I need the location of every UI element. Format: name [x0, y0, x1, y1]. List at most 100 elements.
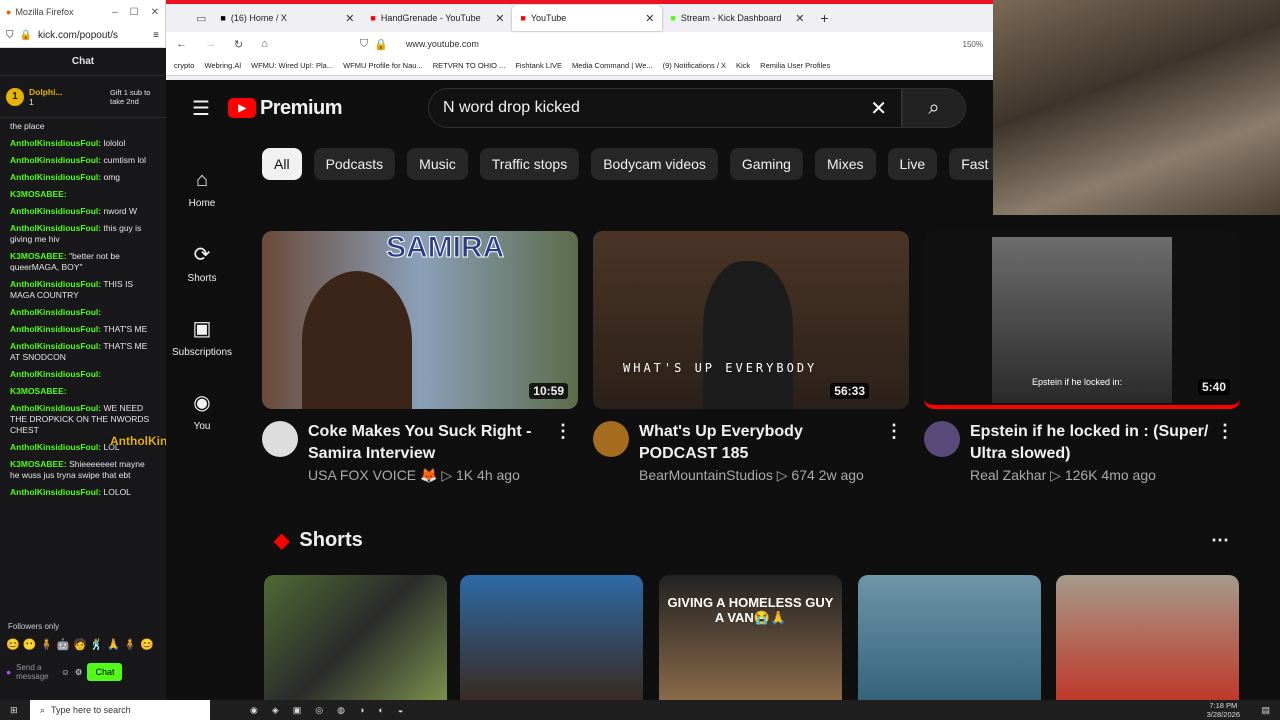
chat-username[interactable]: AntholKinsidiousFoul:: [10, 206, 101, 216]
short-thumbnail[interactable]: [1056, 575, 1239, 700]
browser-tab[interactable]: ■ Stream - Kick Dashboard ✕: [662, 5, 812, 31]
guide-item-shorts[interactable]: ⟳ Shorts: [166, 226, 238, 300]
browser-tab[interactable]: ■ HandGrenade - YouTube ✕: [362, 5, 512, 31]
chat-username[interactable]: AntholKinsidiousFoul:: [10, 155, 101, 165]
gear-icon[interactable]: ⚙: [75, 667, 83, 678]
chat-username[interactable]: AntholKinsidiousFoul:: [10, 403, 101, 413]
short-thumbnail[interactable]: [858, 575, 1041, 700]
back-icon[interactable]: ←: [176, 38, 187, 50]
windows-start-icon[interactable]: ⊞: [10, 705, 18, 716]
notifications-icon[interactable]: ▤: [1261, 705, 1270, 716]
channel-name[interactable]: USA FOX VOICE 🦊: [308, 467, 437, 483]
chat-username[interactable]: K3MOSABEE:: [10, 459, 67, 469]
send-message-input[interactable]: Send a message: [16, 663, 56, 681]
chat-username[interactable]: AntholKinsidiousFoul:: [10, 341, 101, 351]
video-thumbnail[interactable]: SAMIRA 10:59: [262, 231, 578, 409]
close-tab-icon[interactable]: ✕: [495, 12, 504, 25]
bookmark-item[interactable]: crypto: [174, 61, 194, 70]
hamburger-icon[interactable]: ☰: [192, 96, 210, 121]
channel-name[interactable]: BearMountainStudios: [639, 467, 773, 483]
chat-username[interactable]: K3MOSABEE:: [10, 251, 67, 261]
video-title[interactable]: Coke Makes You Suck Right - Samira Inter…: [308, 421, 548, 465]
short-thumbnail[interactable]: GIVING A HOMELESS GUY A VAN😭🙏: [659, 575, 842, 700]
search-input[interactable]: N word drop kicked ✕: [428, 88, 902, 128]
bookmark-item[interactable]: RETVRN TO OHIO ...: [433, 61, 506, 70]
chat-message: AntholKinsidiousFoul: this guy is giving…: [0, 220, 166, 248]
chat-username[interactable]: AntholKinsidiousFoul:: [10, 172, 101, 182]
bookmark-item[interactable]: WFMU: Wired Up!: Pla...: [251, 61, 333, 70]
mic-icon[interactable]: ●: [6, 667, 11, 677]
bookmark-item[interactable]: Remilia User Profiles: [760, 61, 830, 70]
bookmark-item[interactable]: Fishtank LIVE: [515, 61, 562, 70]
close-icon[interactable]: ✕: [151, 7, 159, 18]
filter-chip[interactable]: Music: [407, 148, 468, 180]
taskbar-search[interactable]: ⌕ Type here to search: [30, 700, 210, 720]
short-thumbnail[interactable]: [460, 575, 643, 700]
video-card[interactable]: WHAT'S UP EVERYBODY 56:33 What's Up Ever…: [593, 231, 909, 484]
home-icon[interactable]: ⌂: [261, 38, 268, 50]
chat-username[interactable]: AntholKinsidiousFoul:: [10, 223, 101, 233]
channel-name[interactable]: Real Zakhar: [970, 467, 1046, 483]
filter-chip[interactable]: Podcasts: [313, 148, 396, 180]
emote-picker-icon[interactable]: ☺: [61, 667, 70, 677]
bookmark-item[interactable]: (9) Notifications / X: [663, 61, 726, 70]
browser-tab[interactable]: ■ (16) Home / X ✕: [212, 5, 362, 31]
filter-chip[interactable]: Gaming: [729, 148, 803, 180]
chat-username[interactable]: AntholKinsidiousFoul:: [10, 442, 101, 452]
more-options-icon[interactable]: ⋮: [554, 421, 572, 442]
close-tab-icon[interactable]: ✕: [345, 12, 354, 25]
video-card[interactable]: Epstein if he locked in: 5:40 Epstein if…: [924, 231, 1240, 484]
zoom-level[interactable]: 150%: [963, 40, 983, 49]
popout-urlbar[interactable]: ⛉ 🔒 kick.com/popout/s ≡: [0, 24, 165, 48]
video-thumbnail[interactable]: Epstein if he locked in: 5:40: [924, 231, 1240, 409]
forward-icon[interactable]: →: [205, 38, 216, 50]
video-title[interactable]: Epstein if he locked in : (Super/ Ultra …: [970, 421, 1210, 465]
maximize-icon[interactable]: ☐: [130, 7, 139, 18]
address-bar[interactable]: www.youtube.com: [406, 39, 479, 49]
youtube-logo[interactable]: ▶ Premium: [227, 97, 343, 120]
guide-item-home[interactable]: ⌂ Home: [166, 152, 238, 226]
chat-username[interactable]: AntholKinsidiousFoul:: [10, 138, 101, 148]
more-options-icon[interactable]: ⋮: [885, 421, 903, 442]
shorts-more-icon[interactable]: ⋯: [1211, 530, 1229, 551]
filter-chip[interactable]: Mixes: [814, 148, 876, 180]
browser-tab[interactable]: ■ YouTube ✕: [512, 5, 663, 31]
minimize-icon[interactable]: –: [112, 7, 118, 18]
bookmark-item[interactable]: WFMU Profile for Nau...: [343, 61, 423, 70]
short-thumbnail[interactable]: [264, 575, 447, 700]
guide-item-you[interactable]: ◉ You: [166, 374, 238, 448]
reload-icon[interactable]: ↻: [234, 38, 243, 51]
filter-chip[interactable]: Live: [887, 148, 938, 180]
pinned-apps[interactable]: ◉◈▣◎◍◑◐◒: [250, 705, 417, 716]
chat-username[interactable]: AntholKinsidiousFoul:: [10, 279, 101, 289]
channel-avatar[interactable]: [593, 421, 629, 457]
more-options-icon[interactable]: ⋮: [1216, 421, 1234, 442]
filter-chip[interactable]: Bodycam videos: [591, 148, 718, 180]
tab-overview-icon[interactable]: ▭: [196, 12, 206, 25]
clear-search-icon[interactable]: ✕: [870, 96, 887, 121]
gift-sub-prompt[interactable]: Gift 1 sub to take 2nd: [110, 88, 160, 106]
bookmark-item[interactable]: Webring.Al: [204, 61, 241, 70]
guide-item-subscriptions[interactable]: ▣ Subscriptions: [166, 300, 238, 374]
bookmark-item[interactable]: Kick: [736, 61, 750, 70]
video-thumbnail[interactable]: WHAT'S UP EVERYBODY 56:33: [593, 231, 909, 409]
channel-avatar[interactable]: [924, 421, 960, 457]
close-tab-icon[interactable]: ✕: [795, 12, 804, 25]
filter-chip[interactable]: All: [262, 148, 302, 180]
channel-avatar[interactable]: [262, 421, 298, 457]
close-tab-icon[interactable]: ✕: [645, 12, 654, 25]
filter-chip[interactable]: Traffic stops: [479, 148, 580, 180]
chat-send-button[interactable]: Chat: [87, 663, 123, 681]
chat-username[interactable]: AntholKinsidiousFoul:: [10, 307, 101, 317]
bookmark-item[interactable]: Media Command | We...: [572, 61, 653, 70]
chat-username[interactable]: K3MOSABEE:: [10, 189, 67, 199]
chat-username[interactable]: K3MOSABEE:: [10, 386, 67, 396]
new-tab-icon[interactable]: +: [820, 10, 828, 26]
chat-username[interactable]: AntholKinsidiousFoul:: [10, 487, 101, 497]
menu-icon[interactable]: ≡: [153, 30, 159, 41]
chat-username[interactable]: AntholKinsidiousFoul:: [10, 369, 101, 379]
video-title[interactable]: What's Up Everybody PODCAST 185: [639, 421, 879, 465]
search-button[interactable]: ⌕: [902, 88, 966, 128]
video-card[interactable]: SAMIRA 10:59 Coke Makes You Suck Right -…: [262, 231, 578, 484]
chat-username[interactable]: AntholKinsidiousFoul:: [10, 324, 101, 334]
